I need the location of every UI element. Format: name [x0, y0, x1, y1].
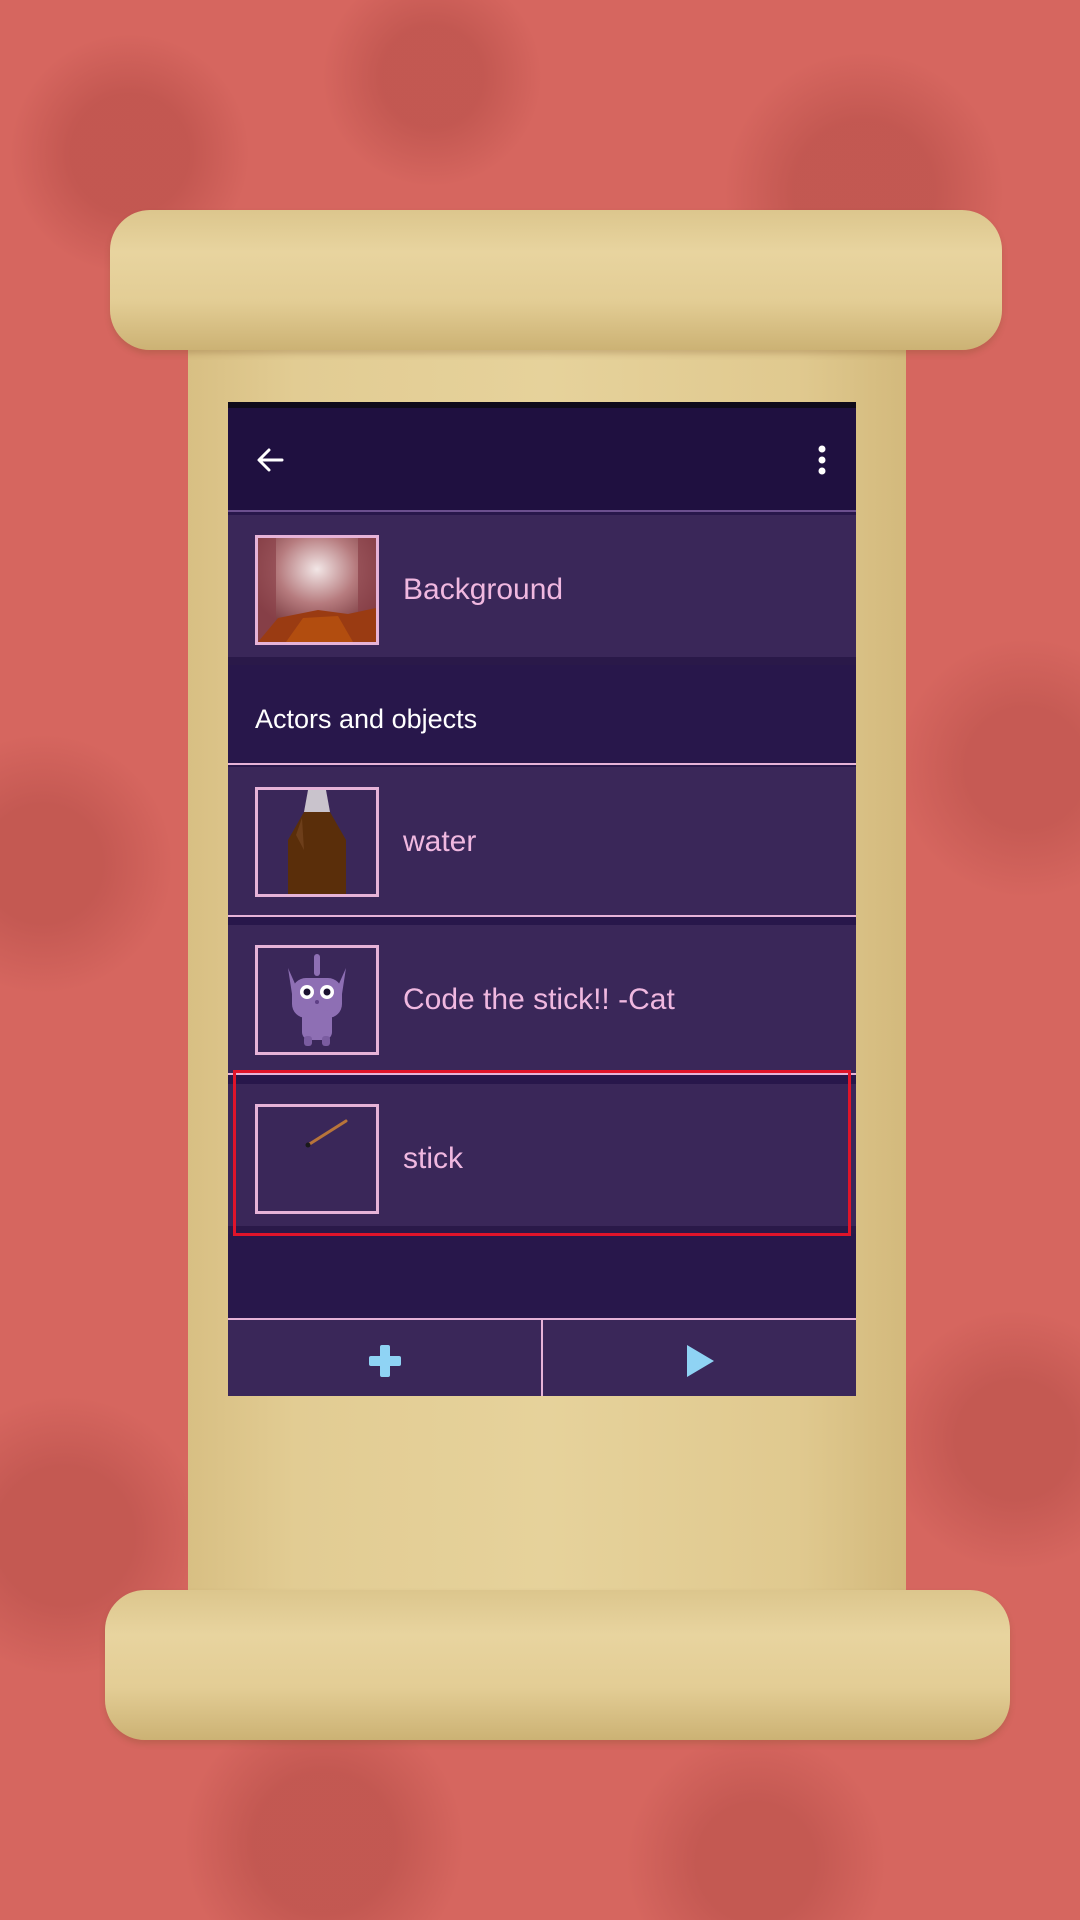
- scroll-bottom-roll: [105, 1590, 1010, 1740]
- cat-thumbnail: [255, 945, 379, 1055]
- add-button[interactable]: [228, 1320, 541, 1396]
- toolbar: [228, 408, 856, 512]
- scroll-top-roll: [110, 210, 1002, 350]
- object-item-label: water: [403, 825, 477, 858]
- arrow-left-icon: [257, 448, 284, 472]
- play-button[interactable]: [543, 1320, 856, 1396]
- bottle-thumbnail: [255, 787, 379, 897]
- play-icon: [686, 1345, 714, 1377]
- object-item-label: stick: [403, 1142, 463, 1175]
- plus-icon: [368, 1345, 401, 1377]
- object-item-water[interactable]: water: [228, 767, 856, 917]
- object-item-label: Code the stick!! -Cat: [403, 983, 675, 1016]
- background-item-label: Background: [403, 573, 564, 606]
- background-item[interactable]: Background: [228, 515, 856, 665]
- overflow-menu-button[interactable]: [816, 444, 828, 476]
- object-item-stick[interactable]: stick: [228, 1084, 856, 1234]
- more-vertical-icon: [818, 445, 826, 475]
- back-button[interactable]: [254, 444, 286, 476]
- background-thumbnail: [255, 535, 379, 645]
- bottom-bar: [228, 1318, 856, 1396]
- stick-thumbnail: [255, 1104, 379, 1214]
- object-item-cat[interactable]: Code the stick!! -Cat: [228, 925, 856, 1075]
- section-header-label: Actors and objects: [255, 703, 478, 734]
- section-header: Actors and objects: [228, 673, 856, 765]
- app-screen: Background Actors and objects water Code…: [228, 402, 856, 1396]
